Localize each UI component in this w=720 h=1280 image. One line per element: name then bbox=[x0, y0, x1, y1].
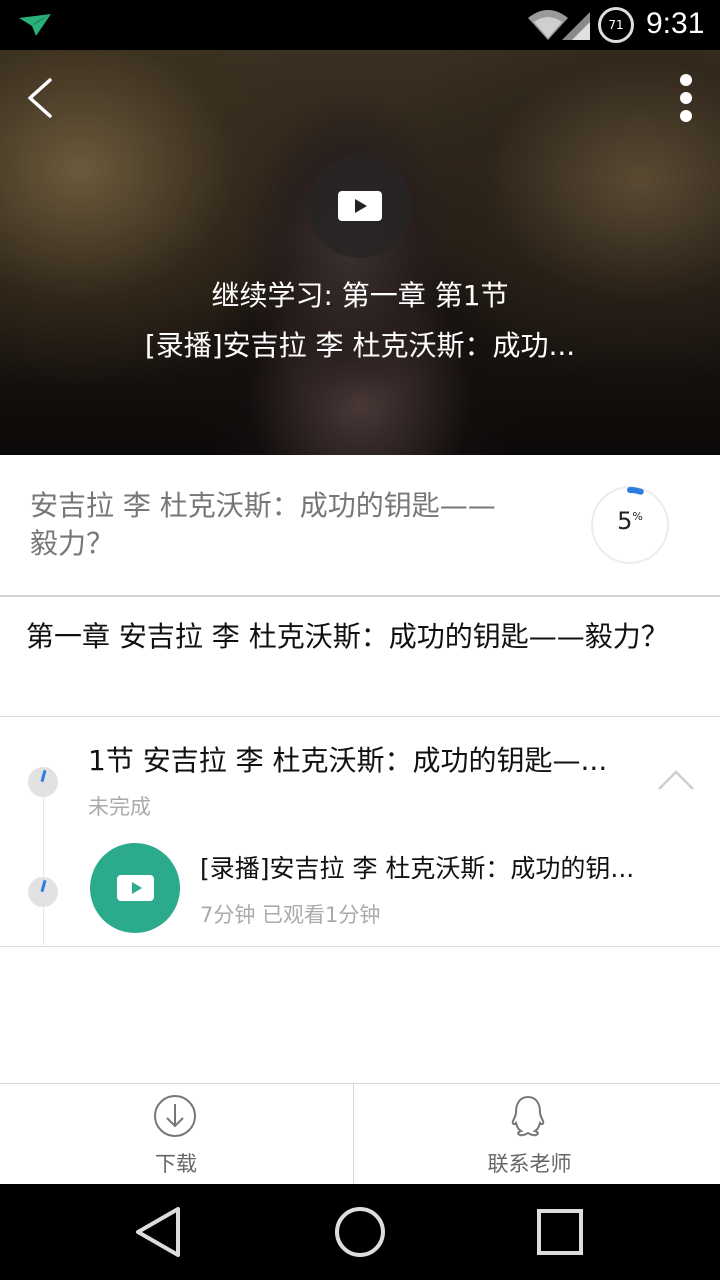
download-label: 下载 bbox=[155, 1152, 197, 1176]
contact-teacher-label: 联系老师 bbox=[487, 1152, 572, 1176]
section-progress-dot bbox=[28, 767, 58, 797]
current-lesson-title: [录播]安吉拉 李 杜克沃斯：成功... bbox=[144, 329, 576, 362]
lesson-item[interactable]: [录播]安吉拉 李 杜克沃斯：成功的钥... 7分钟 已观看1分钟 bbox=[88, 841, 698, 937]
chapter-title: 第一章 安吉拉 李 杜克沃斯：成功的钥匙——毅力？ bbox=[26, 620, 669, 653]
course-title: 安吉拉 李 杜克沃斯：成功的钥匙——毅力？ bbox=[30, 489, 496, 560]
download-icon bbox=[153, 1094, 197, 1138]
course-header: 安吉拉 李 杜克沃斯：成功的钥匙——毅力？ 5% bbox=[0, 455, 720, 597]
play-button[interactable] bbox=[308, 154, 412, 258]
section-list: 1节 安吉拉 李 杜克沃斯：成功的钥匙—... 未完成 [录播]安吉拉 李 杜克… bbox=[0, 717, 720, 947]
progress-value: 5 bbox=[617, 507, 633, 535]
app-notification-icon bbox=[18, 12, 52, 42]
qq-icon bbox=[506, 1094, 550, 1138]
download-button[interactable]: 下载 bbox=[0, 1084, 352, 1185]
progress-unit: % bbox=[632, 510, 643, 523]
bottom-action-bar: 下载 联系老师 bbox=[0, 1083, 720, 1185]
contact-teacher-button[interactable]: 联系老师 bbox=[353, 1084, 705, 1185]
lesson-title: [录播]安吉拉 李 杜克沃斯：成功的钥... bbox=[200, 854, 635, 883]
nav-recents-icon[interactable] bbox=[536, 1208, 584, 1260]
section-title[interactable]: 1节 安吉拉 李 杜克沃斯：成功的钥匙—... bbox=[88, 739, 663, 779]
more-vertical-icon[interactable] bbox=[668, 72, 704, 126]
lesson-play-button[interactable] bbox=[90, 843, 180, 933]
lesson-meta: 7分钟 已观看1分钟 bbox=[200, 903, 381, 927]
timeline-line bbox=[43, 777, 44, 945]
clock: 9:31 bbox=[646, 7, 705, 40]
chevron-up-icon[interactable] bbox=[656, 767, 696, 793]
nav-back-icon[interactable] bbox=[134, 1206, 184, 1262]
lesson-progress-dot bbox=[28, 877, 58, 907]
signal-icon bbox=[560, 10, 592, 46]
section-status: 未完成 bbox=[88, 795, 151, 819]
battery-icon: 71 bbox=[598, 7, 634, 43]
chapter-row[interactable]: 第一章 安吉拉 李 杜克沃斯：成功的钥匙——毅力？ bbox=[0, 597, 720, 717]
course-progress-ring: 5% bbox=[590, 485, 670, 565]
system-nav-bar bbox=[0, 1184, 720, 1280]
continue-learning-label: 继续学习: 第一章 第1节 bbox=[211, 279, 509, 312]
back-arrow-icon[interactable] bbox=[20, 76, 64, 120]
status-bar: 71 9:31 bbox=[0, 0, 720, 50]
nav-home-icon[interactable] bbox=[334, 1206, 386, 1262]
video-hero[interactable]: 继续学习: 第一章 第1节 [录播]安吉拉 李 杜克沃斯：成功... bbox=[0, 50, 720, 455]
